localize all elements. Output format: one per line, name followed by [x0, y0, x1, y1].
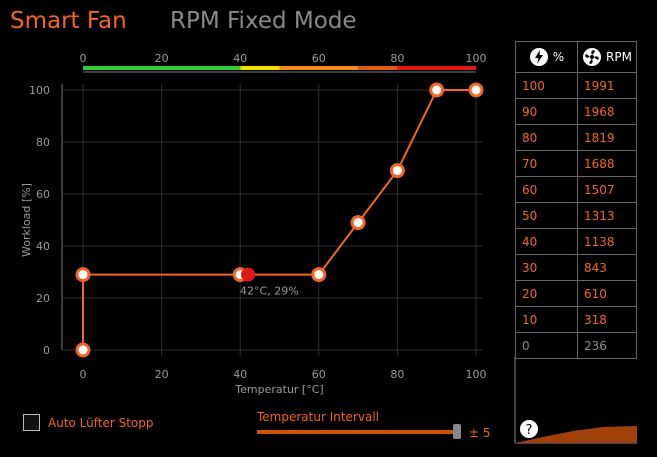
rpm-percent-cell: 40 [515, 228, 578, 255]
rpm-percent-cell: 10 [515, 306, 578, 333]
rpm-value-cell: 843 [577, 254, 637, 281]
rpm-value-cell: 1819 [577, 124, 637, 151]
rpm-row: 20 610 [515, 280, 637, 307]
rpm-value-cell: 1991 [577, 72, 637, 99]
fan-icon [583, 48, 602, 66]
auto-stop-checkbox[interactable] [23, 414, 40, 431]
top-scale-tick-label: 0 [80, 52, 87, 65]
current-temp-marker [241, 267, 256, 282]
x-tick-label: 40 [233, 368, 247, 381]
color-scale-segment [83, 66, 241, 70]
fan-curve-chart[interactable]: 0 20 40 60 80 100 0 20 40 60 80 100 0 20 40 60 80 100 Temp… [0, 0, 510, 400]
y-tick-label: 20 [36, 292, 50, 305]
rpm-value-cell: 1507 [577, 176, 637, 203]
fan-curve-line [82, 89, 476, 350]
x-tick-label: 20 [155, 368, 169, 381]
rpm-value-cell: 236 [577, 332, 637, 359]
rpm-value-cell: 1688 [577, 150, 637, 177]
rpm-percent-cell: 50 [515, 202, 578, 229]
rpm-row: 80 1819 [515, 124, 637, 151]
x-axis-label: Temperatur [°C] [234, 383, 323, 396]
rpm-percent-cell: 60 [515, 176, 578, 203]
help-icon[interactable]: ? [520, 420, 538, 438]
color-scale-segment [279, 66, 359, 70]
percent-header-label: % [552, 50, 565, 64]
rpm-row: 40 1138 [515, 228, 637, 255]
curve-control-point[interactable] [350, 215, 366, 231]
rpm-value-cell: 1313 [577, 202, 637, 229]
rpm-table: % RPM 10019919019688018197016886 [515, 41, 637, 359]
interval-slider-handle[interactable] [453, 424, 461, 439]
rpm-header-label: RPM [606, 50, 632, 64]
curve-control-point[interactable] [389, 163, 405, 179]
rpm-value-cell: 1968 [577, 98, 637, 125]
color-scale-segment [397, 66, 476, 70]
color-scale-segment [240, 66, 280, 70]
x-tick-label: 0 [80, 368, 87, 381]
curve-control-point[interactable] [75, 267, 91, 283]
mini-preview-graph: ? [514, 357, 637, 444]
rpm-percent-cell: 0 [515, 332, 578, 359]
y-axis-label: Workload [%] [20, 183, 33, 257]
rpm-percent-cell: 30 [515, 254, 578, 281]
rpm-percent-cell: 20 [515, 280, 578, 307]
rpm-row: 50 1313 [515, 202, 637, 229]
rpm-percent-cell: 70 [515, 150, 578, 177]
rpm-row: 70 1688 [515, 150, 637, 177]
x-tick-label: 80 [390, 368, 404, 381]
curve-control-point[interactable] [75, 342, 91, 358]
rpm-row: 10 318 [515, 306, 637, 333]
rpm-value-cell: 610 [577, 280, 637, 307]
top-scale-tick-label: 60 [312, 52, 326, 65]
y-tick-label: 80 [36, 136, 50, 149]
top-scale-tick-label: 40 [233, 52, 247, 65]
rpm-percent-cell: 100 [515, 72, 578, 99]
top-scale-tick-label: 100 [466, 52, 487, 65]
rpm-row: 100 1991 [515, 72, 637, 99]
auto-stop-toggle[interactable]: Auto Lüfter Stopp [23, 414, 154, 431]
auto-stop-label: Auto Lüfter Stopp [48, 415, 154, 430]
curve-control-point[interactable] [468, 82, 484, 98]
interval-label: Temperatur Intervall [257, 410, 379, 424]
curve-control-point[interactable] [311, 267, 327, 283]
x-tick-label: 100 [466, 368, 487, 381]
interval-value: ± 5 [469, 426, 491, 440]
y-tick-label: 40 [36, 240, 50, 253]
rpm-header: RPM [577, 41, 637, 73]
current-point-label: 42°C, 29% [240, 285, 299, 298]
curve-control-point[interactable] [429, 82, 445, 98]
top-scale-tick-label: 20 [155, 52, 169, 65]
y-tick-label: 0 [43, 344, 50, 357]
rpm-row: 0 236 [515, 332, 637, 359]
rpm-value-cell: 318 [577, 306, 637, 333]
rpm-percent-cell: 90 [515, 98, 578, 125]
y-tick-label: 100 [29, 84, 50, 97]
x-tick-label: 60 [312, 368, 326, 381]
rpm-row: 30 843 [515, 254, 637, 281]
help-symbol: ? [526, 423, 533, 438]
percent-header: % [515, 41, 578, 73]
rpm-value-cell: 1138 [577, 228, 637, 255]
top-scale-tick-label: 80 [390, 52, 404, 65]
lightning-icon [529, 48, 548, 66]
color-scale-segment [358, 66, 398, 70]
interval-slider-track[interactable] [257, 430, 457, 434]
rpm-percent-cell: 80 [515, 124, 578, 151]
rpm-row: 90 1968 [515, 98, 637, 125]
y-tick-label: 60 [36, 188, 50, 201]
rpm-row: 60 1507 [515, 176, 637, 203]
